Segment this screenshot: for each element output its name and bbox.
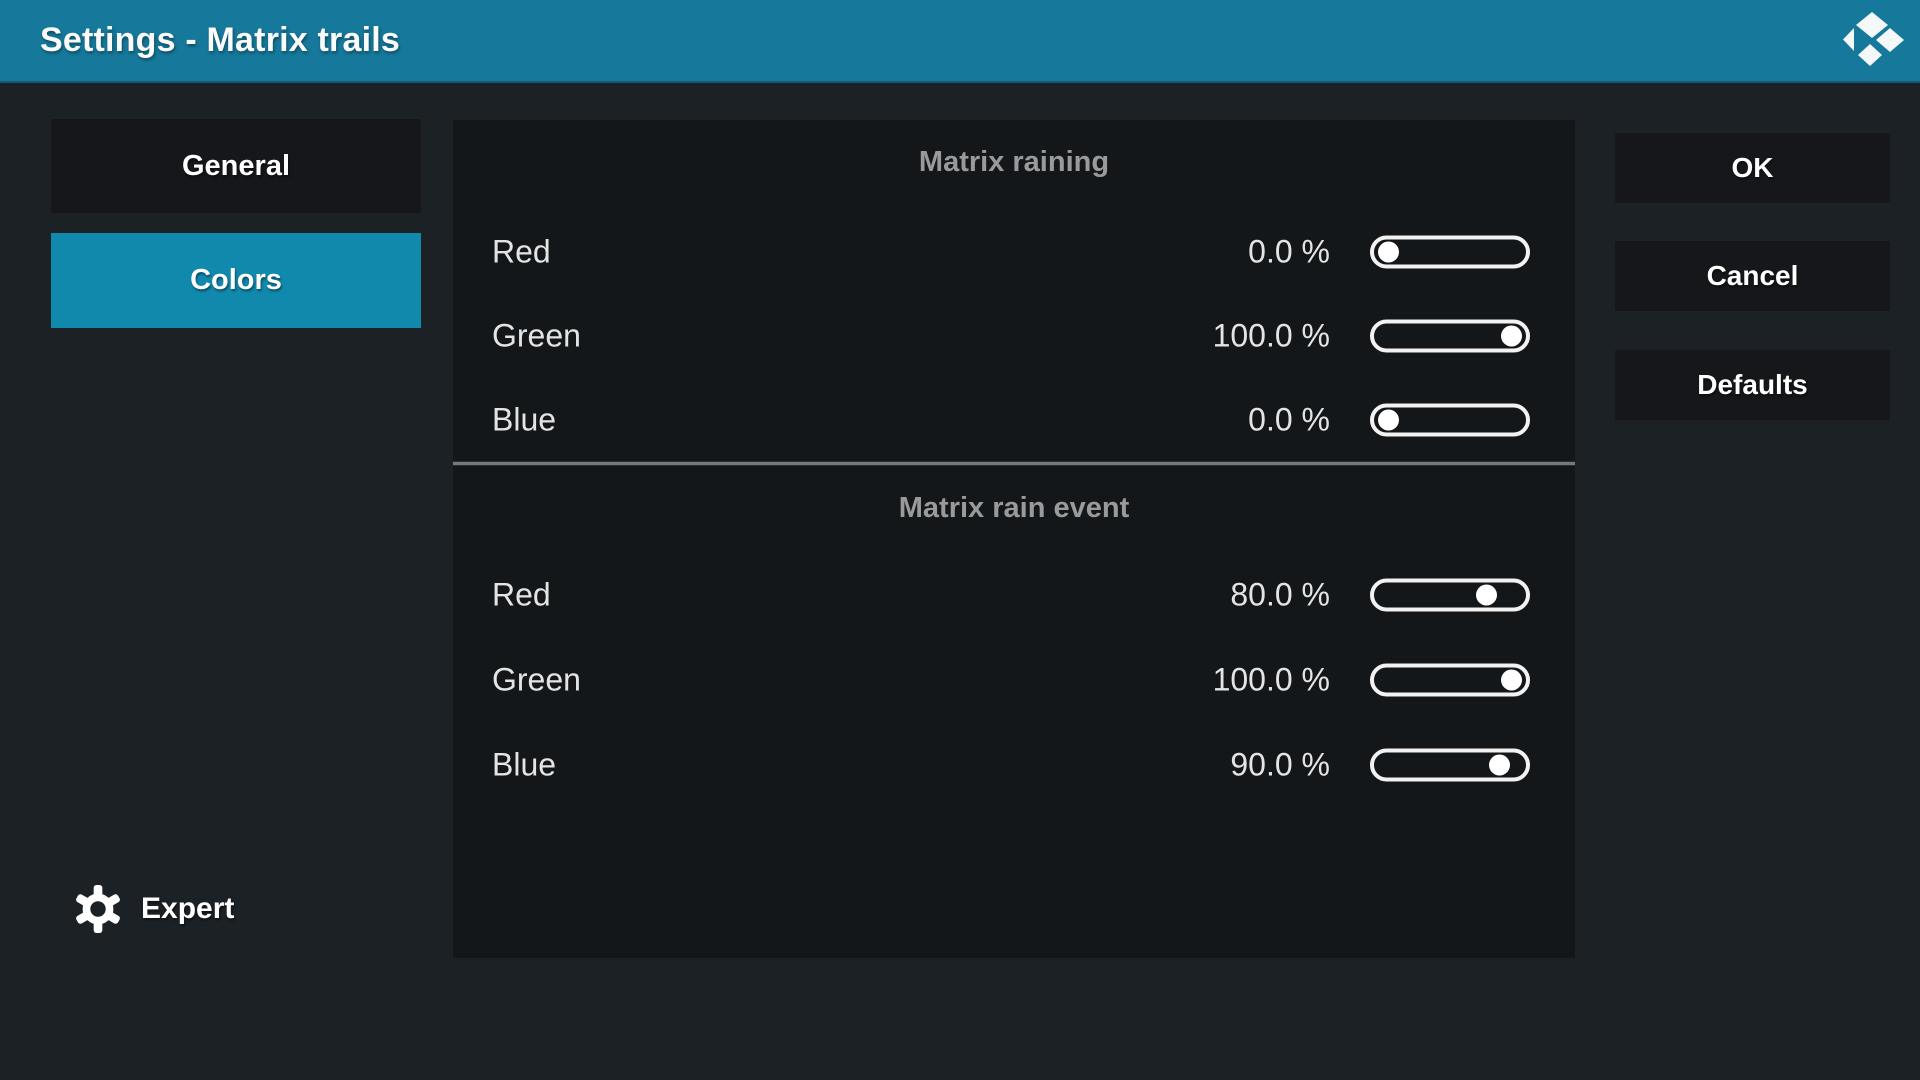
setting-row-event-red[interactable]: Red 80.0 % [453,553,1575,637]
setting-label: Green [492,318,581,355]
slider-thumb[interactable] [1501,326,1522,347]
setting-value: 80.0 % [1230,577,1330,614]
dialog-header: Settings - Matrix trails [0,0,1920,83]
section-divider [453,461,1575,466]
section-title-matrix-raining: Matrix raining [453,146,1575,179]
setting-row-raining-green[interactable]: Green 100.0 % [453,294,1575,378]
settings-dialog: Settings - Matrix trails General Colors … [0,0,1920,1080]
slider[interactable] [1370,579,1530,612]
setting-value: 100.0 % [1213,662,1330,699]
slider-thumb[interactable] [1476,585,1497,606]
setting-label: Green [492,662,581,699]
slider-thumb[interactable] [1378,242,1399,263]
gear-icon [73,884,123,934]
slider[interactable] [1370,404,1530,437]
sidebar-item-colors[interactable]: Colors [51,233,421,328]
settings-level-label: Expert [141,892,234,926]
settings-panel: Matrix raining Red 0.0 % Green 100.0 % B… [453,120,1575,958]
slider-thumb[interactable] [1378,410,1399,431]
slider-thumb[interactable] [1501,670,1522,691]
slider[interactable] [1370,236,1530,269]
slider-thumb[interactable] [1489,755,1510,776]
setting-value: 100.0 % [1213,318,1330,355]
setting-row-raining-blue[interactable]: Blue 0.0 % [453,378,1575,462]
kodi-logo-icon [1842,11,1906,69]
dialog-title: Settings - Matrix trails [40,0,400,81]
setting-label: Blue [492,747,556,784]
setting-label: Red [492,577,551,614]
setting-value: 90.0 % [1230,747,1330,784]
setting-row-event-blue[interactable]: Blue 90.0 % [453,723,1575,807]
sidebar-item-general[interactable]: General [51,119,421,213]
slider[interactable] [1370,320,1530,353]
settings-level-toggle[interactable]: Expert [73,884,234,934]
ok-button[interactable]: OK [1615,133,1890,203]
section-title-matrix-rain-event: Matrix rain event [453,492,1575,525]
cancel-button[interactable]: Cancel [1615,241,1890,311]
setting-label: Red [492,234,551,271]
setting-value: 0.0 % [1248,402,1330,439]
setting-row-raining-red[interactable]: Red 0.0 % [453,210,1575,294]
setting-value: 0.0 % [1248,234,1330,271]
setting-row-event-green[interactable]: Green 100.0 % [453,638,1575,722]
slider[interactable] [1370,749,1530,782]
defaults-button[interactable]: Defaults [1615,350,1890,420]
setting-label: Blue [492,402,556,439]
slider[interactable] [1370,664,1530,697]
